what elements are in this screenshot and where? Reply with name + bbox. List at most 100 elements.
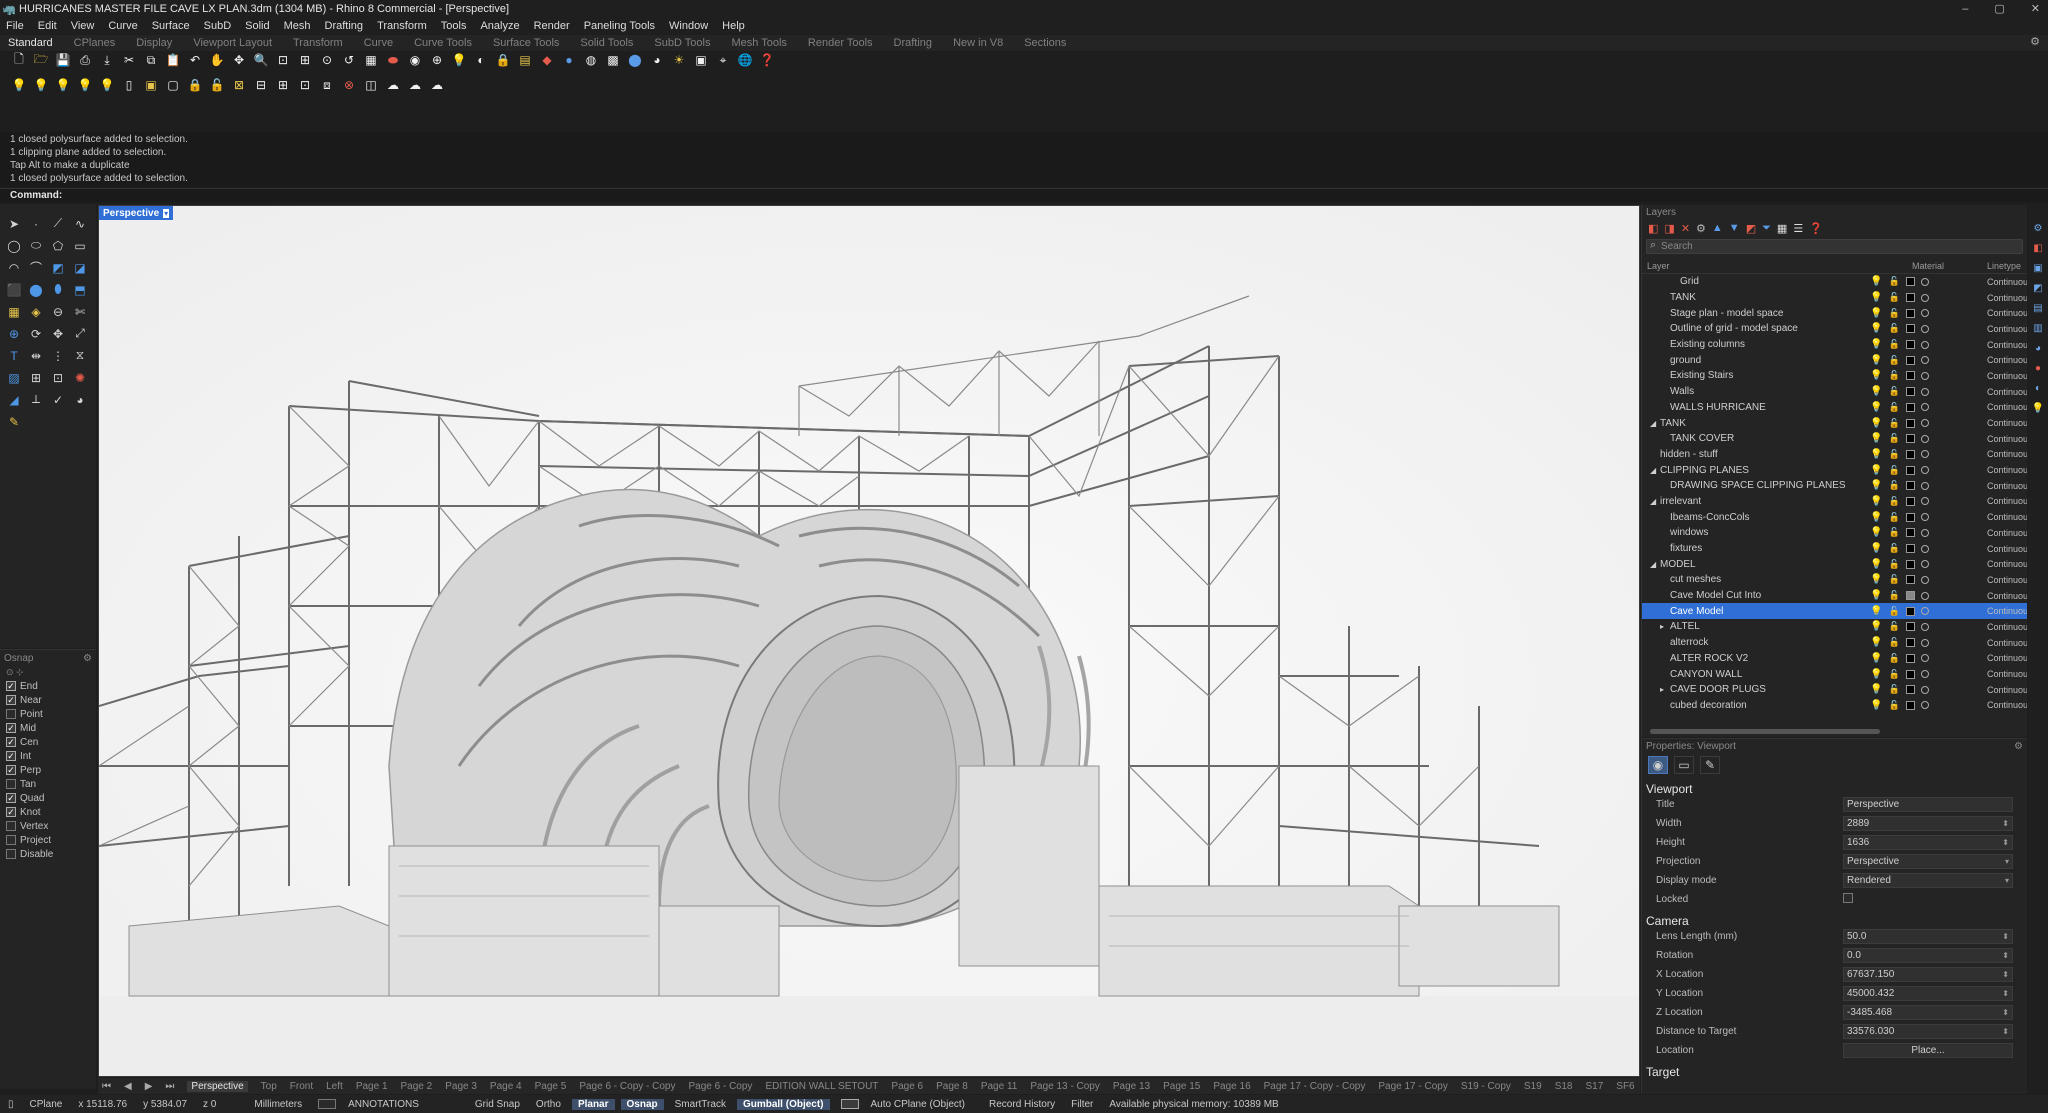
view-tab[interactable]: Page 5 bbox=[535, 1081, 567, 1092]
layer-material-icon[interactable] bbox=[1920, 403, 1929, 412]
rectangle-icon[interactable]: ▭ bbox=[70, 236, 90, 255]
view-tab[interactable]: Page 11 bbox=[981, 1081, 1018, 1092]
properties-tab-icon[interactable]: ▣ bbox=[2033, 263, 2042, 274]
layer-row[interactable]: CANYON WALL 💡 🔓 Continuous bbox=[1642, 666, 2027, 682]
layer-visible-icon[interactable]: 💡 bbox=[1870, 512, 1882, 523]
layer-linetype[interactable]: Continuous bbox=[1987, 324, 2027, 334]
ellipse-icon[interactable]: ⬭ bbox=[26, 236, 46, 255]
tab-surface-tools[interactable]: Surface Tools bbox=[493, 37, 559, 49]
open-file-icon[interactable]: 🗁 bbox=[32, 51, 50, 69]
mirror-icon[interactable]: ⧖ bbox=[70, 346, 90, 365]
layer-material-icon[interactable] bbox=[1920, 654, 1929, 663]
toolbar-gear-icon[interactable]: ⚙ bbox=[2030, 35, 2040, 48]
layer-visible-icon[interactable]: 💡 bbox=[1870, 559, 1882, 570]
curve-icon[interactable]: ∿ bbox=[70, 214, 90, 233]
hide-icon[interactable]: ◐ bbox=[472, 51, 490, 69]
four-view-icon[interactable]: ▦ bbox=[362, 51, 380, 69]
location-button[interactable]: Place... bbox=[1843, 1043, 2013, 1058]
layer-lock-icon[interactable]: 🔓 bbox=[1888, 339, 1899, 350]
layers-scrollbar[interactable] bbox=[1650, 729, 1880, 734]
tab-new-in-v8[interactable]: New in V8 bbox=[953, 37, 1003, 49]
layer-material-icon[interactable] bbox=[1920, 513, 1929, 522]
display-grid-icon[interactable]: ⊞ bbox=[274, 76, 292, 94]
layer-visible-icon[interactable]: 💡 bbox=[1870, 449, 1882, 460]
layer-color-swatch[interactable] bbox=[1905, 622, 1915, 632]
list-view-icon[interactable]: ☰ bbox=[1793, 222, 1803, 235]
layer-lock-icon[interactable]: 🔓 bbox=[1888, 543, 1899, 554]
layer-lock-icon[interactable]: 🔓 bbox=[1888, 465, 1899, 476]
explode-icon[interactable]: ✺ bbox=[70, 368, 90, 387]
layer-color-swatch[interactable] bbox=[1905, 387, 1915, 397]
import-icon[interactable]: ⤓ bbox=[98, 51, 116, 69]
view-tab[interactable]: S19 bbox=[1524, 1081, 1542, 1092]
layer-lock-icon[interactable]: 🔓 bbox=[1888, 512, 1899, 523]
layer-visible-icon[interactable]: 💡 bbox=[1870, 700, 1882, 711]
light-selected-icon[interactable]: 💡 bbox=[54, 76, 72, 94]
layer-linetype[interactable]: Continuous bbox=[1987, 606, 2027, 616]
polyline-icon[interactable]: ⟋ bbox=[48, 214, 68, 233]
layer-visible-icon[interactable]: 💡 bbox=[1870, 653, 1882, 664]
view-tab[interactable]: SF6 bbox=[1616, 1081, 1634, 1092]
layer-linetype[interactable]: Continuous bbox=[1987, 496, 2027, 506]
named-view-icon[interactable]: ◉ bbox=[406, 51, 424, 69]
layer-lock-icon[interactable]: 🔓 bbox=[1888, 606, 1899, 617]
display-mode-field[interactable]: Rendered ▾ bbox=[1843, 873, 2013, 888]
layer-row[interactable]: cut meshes 💡 🔓 Continuous bbox=[1642, 572, 2027, 588]
osnap-vertex[interactable]: Vertex bbox=[0, 819, 96, 833]
osnap-perp[interactable]: ✓ Perp bbox=[0, 763, 96, 777]
z-location-field[interactable]: -3485.468 ⬍ bbox=[1843, 1005, 2013, 1020]
layer-visible-icon[interactable]: 💡 bbox=[1870, 323, 1882, 334]
render-icon[interactable]: ◕ bbox=[70, 390, 90, 409]
display-box-icon[interactable]: ⊡ bbox=[296, 76, 314, 94]
environment-tab-icon[interactable]: ◐ bbox=[2035, 383, 2041, 394]
scale-icon[interactable]: ⤢ bbox=[70, 324, 90, 343]
spinner-icon[interactable]: ⬍ bbox=[2002, 932, 2009, 941]
layer-color-swatch[interactable] bbox=[1905, 606, 1915, 616]
layer-visible-icon[interactable]: 💡 bbox=[1870, 669, 1882, 680]
new-sublayer-icon[interactable]: ◨ bbox=[1664, 222, 1674, 235]
smarttrack-toggle[interactable]: SmartTrack bbox=[667, 1099, 734, 1110]
osnap-cen[interactable]: ✓ Cen bbox=[0, 735, 96, 749]
view-tab[interactable]: Page 3 bbox=[445, 1081, 477, 1092]
tab-standard[interactable]: Standard bbox=[8, 37, 53, 49]
layer-row[interactable]: Existing Stairs 💡 🔓 Continuous bbox=[1642, 368, 2027, 384]
osnap-point[interactable]: Point bbox=[0, 707, 96, 721]
osnap-quad[interactable]: ✓ Quad bbox=[0, 791, 96, 805]
layer-lock-icon[interactable]: 🔓 bbox=[1888, 574, 1899, 585]
copy-icon[interactable]: ⧉ bbox=[142, 51, 160, 69]
layers-help-icon[interactable]: ❓ bbox=[1809, 222, 1823, 235]
layer-linetype[interactable]: Continuous bbox=[1987, 340, 2027, 350]
layer-row[interactable]: Existing columns 💡 🔓 Continuous bbox=[1642, 337, 2027, 353]
color-wheel-icon[interactable]: ● bbox=[560, 51, 578, 69]
layer-search-input[interactable]: Search bbox=[1646, 239, 2023, 254]
view-tab[interactable]: Page 4 bbox=[490, 1081, 522, 1092]
view-tab[interactable]: Perspective bbox=[187, 1080, 248, 1092]
lock-layer-icon[interactable]: 🔒 bbox=[186, 76, 204, 94]
layer-expand-icon[interactable]: ◢ bbox=[1650, 560, 1660, 569]
distance-to-target-field[interactable]: 33576.030 ⬍ bbox=[1843, 1024, 2013, 1039]
material-sphere-icon[interactable]: ◍ bbox=[582, 51, 600, 69]
layer-lock-icon[interactable]: 🔓 bbox=[1888, 653, 1899, 664]
close-button[interactable]: ✕ bbox=[2031, 2, 2040, 15]
layer-material-icon[interactable] bbox=[1920, 340, 1929, 349]
sphere-icon[interactable]: ⬤ bbox=[26, 280, 46, 299]
y-location-field[interactable]: 45000.432 ⬍ bbox=[1843, 986, 2013, 1001]
layer-linetype[interactable]: Continuous bbox=[1987, 685, 2027, 695]
rotate-icon[interactable]: ⟳ bbox=[26, 324, 46, 343]
layer-visible-icon[interactable]: 💡 bbox=[1870, 480, 1882, 491]
menu-edit[interactable]: Edit bbox=[38, 20, 57, 32]
layer-row[interactable]: ◢irrelevant 💡 🔓 Continuous bbox=[1642, 494, 2027, 510]
layer-linetype[interactable]: Continuous bbox=[1987, 544, 2027, 554]
libraries-tab-icon[interactable]: ▥ bbox=[2033, 323, 2042, 334]
layer-linetype[interactable]: Continuous bbox=[1987, 653, 2027, 663]
clip-plane-icon[interactable]: ⧈ bbox=[318, 76, 336, 94]
viewport-menu-caret-icon[interactable]: ▾ bbox=[163, 208, 170, 218]
view-tab[interactable]: Page 16 bbox=[1213, 1081, 1250, 1092]
menu-tools[interactable]: Tools bbox=[441, 20, 467, 32]
layer-settings-icon[interactable]: ⚙ bbox=[1696, 222, 1706, 235]
osnap-checkbox[interactable]: ✓ bbox=[6, 793, 16, 803]
lock-icon[interactable]: 🔒 bbox=[494, 51, 512, 69]
layer-color-swatch[interactable] bbox=[1905, 277, 1915, 287]
layer-lock-icon[interactable]: 🔓 bbox=[1888, 700, 1899, 711]
unlock-layer-icon[interactable]: 🔓 bbox=[208, 76, 226, 94]
